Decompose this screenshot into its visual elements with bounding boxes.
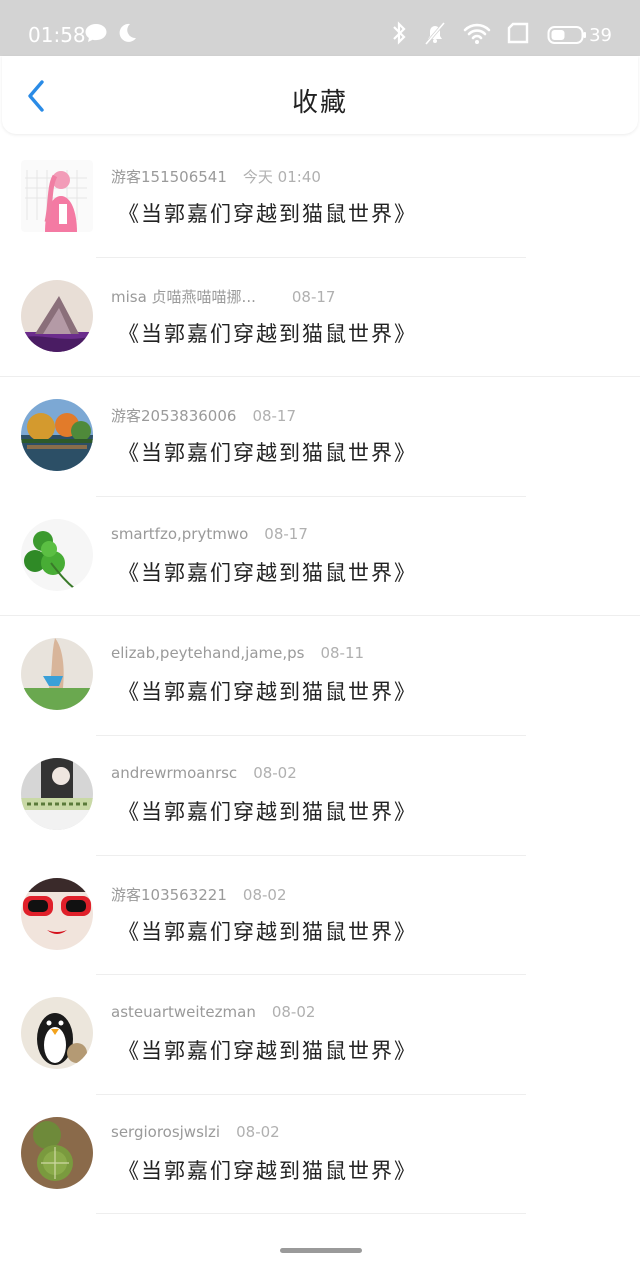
item-meta: smartfzo,prytmwo 08-17 xyxy=(111,525,308,543)
moon-icon xyxy=(116,22,138,48)
favorite-item[interactable]: sergiorosjwslzi 08-02 《当郭嘉们穿越到猫鼠世界》 xyxy=(0,1095,640,1215)
username[interactable]: 游客2053836006 xyxy=(111,407,236,425)
chat-bubble-icon xyxy=(84,22,108,48)
username[interactable]: asteuartweitezman xyxy=(111,1003,256,1021)
username[interactable]: 游客103563221 xyxy=(111,886,227,904)
wifi-icon xyxy=(463,21,491,49)
bluetooth-icon xyxy=(391,20,407,50)
favorite-item[interactable]: elizab,peytehand,jame,ps 08-11 《当郭嘉们穿越到猫鼠… xyxy=(0,616,640,736)
avatar[interactable] xyxy=(21,399,93,472)
avatar[interactable] xyxy=(21,877,93,950)
app-header: 收藏 xyxy=(2,56,638,134)
username[interactable]: sergiorosjwslzi xyxy=(111,1123,220,1141)
favorite-item[interactable]: misa 贞喵燕喵喵挪... 08-17 《当郭嘉们穿越到猫鼠世界》 xyxy=(0,258,640,378)
post-title[interactable]: 《当郭嘉们穿越到猫鼠世界》 xyxy=(118,676,417,706)
item-meta: sergiorosjwslzi 08-02 xyxy=(111,1123,280,1141)
date: 08-02 xyxy=(253,763,297,782)
date: 08-17 xyxy=(252,407,297,426)
avatar[interactable] xyxy=(21,757,93,830)
username[interactable]: misa 贞喵燕喵喵挪... xyxy=(111,288,256,306)
post-title[interactable]: 《当郭嘉们穿越到猫鼠世界》 xyxy=(118,796,417,826)
page-title: 收藏 xyxy=(291,88,348,118)
date: 今天 01:40 xyxy=(242,168,321,186)
item-meta: elizab,peytehand,jame,ps 08-11 xyxy=(111,644,364,662)
username[interactable]: andrewrmoanrsc xyxy=(111,764,237,782)
post-title[interactable]: 《当郭嘉们穿越到猫鼠世界》 xyxy=(118,318,417,348)
avatar[interactable] xyxy=(21,279,93,352)
username[interactable]: 游客151506541 xyxy=(111,168,227,186)
battery-level: 39 xyxy=(589,24,612,46)
item-meta: 游客103563221 08-02 xyxy=(111,884,287,905)
avatar[interactable] xyxy=(21,518,93,591)
avatar[interactable] xyxy=(21,160,93,232)
battery-icon: 39 xyxy=(547,25,612,46)
post-title[interactable]: 《当郭嘉们穿越到猫鼠世界》 xyxy=(118,1155,417,1185)
date: 08-17 xyxy=(264,524,308,543)
post-title[interactable]: 《当郭嘉们穿越到猫鼠世界》 xyxy=(118,916,417,946)
item-meta: andrewrmoanrsc 08-02 xyxy=(111,764,297,782)
divider xyxy=(96,1213,526,1215)
username[interactable]: smartfzo,prytmwo xyxy=(111,525,248,543)
favorite-item[interactable]: 游客2053836006 08-17 《当郭嘉们穿越到猫鼠世界》 xyxy=(0,377,640,497)
date: 08-17 xyxy=(291,287,336,306)
post-title[interactable]: 《当郭嘉们穿越到猫鼠世界》 xyxy=(118,1035,417,1065)
home-indicator[interactable] xyxy=(280,1248,362,1253)
date: 08-02 xyxy=(242,885,287,904)
bell-off-icon xyxy=(423,20,447,50)
post-title[interactable]: 《当郭嘉们穿越到猫鼠世界》 xyxy=(118,557,417,587)
avatar[interactable] xyxy=(21,1116,93,1189)
date: 08-11 xyxy=(320,644,365,663)
favorite-item[interactable]: 游客103563221 08-02 《当郭嘉们穿越到猫鼠世界》 xyxy=(0,856,640,976)
item-meta: misa 贞喵燕喵喵挪... 08-17 xyxy=(111,286,335,307)
favorites-list: 游客151506541 今天 01:40 《当郭嘉们穿越到猫鼠世界》 misa 贞… xyxy=(0,138,640,1215)
username[interactable]: elizab,peytehand,jame,ps xyxy=(111,644,304,662)
status-time: 01:58 xyxy=(28,23,86,47)
status-bar: 01:58 39 xyxy=(0,0,640,56)
item-meta: 游客2053836006 08-17 xyxy=(111,405,296,426)
avatar[interactable] xyxy=(21,997,93,1070)
favorite-item[interactable]: asteuartweitezman 08-02 《当郭嘉们穿越到猫鼠世界》 xyxy=(0,975,640,1095)
avatar[interactable] xyxy=(21,638,93,711)
favorite-item[interactable]: andrewrmoanrsc 08-02 《当郭嘉们穿越到猫鼠世界》 xyxy=(0,736,640,856)
date: 08-02 xyxy=(236,1122,280,1141)
item-meta: asteuartweitezman 08-02 xyxy=(111,1003,315,1021)
favorite-item[interactable]: smartfzo,prytmwo 08-17 《当郭嘉们穿越到猫鼠世界》 xyxy=(0,497,640,617)
date: 08-02 xyxy=(271,1003,316,1022)
post-title[interactable]: 《当郭嘉们穿越到猫鼠世界》 xyxy=(118,198,417,228)
favorite-item[interactable]: 游客151506541 今天 01:40 《当郭嘉们穿越到猫鼠世界》 xyxy=(0,138,640,258)
item-meta: 游客151506541 今天 01:40 xyxy=(111,166,321,187)
post-title[interactable]: 《当郭嘉们穿越到猫鼠世界》 xyxy=(118,437,417,467)
sim-icon xyxy=(507,22,531,48)
